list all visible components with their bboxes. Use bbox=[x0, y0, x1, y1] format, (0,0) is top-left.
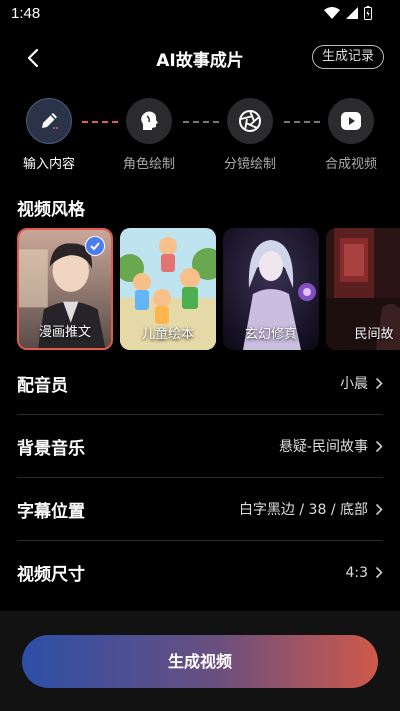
generate-video-button[interactable]: 生成视频 bbox=[22, 635, 378, 688]
chevron-right-icon bbox=[375, 566, 383, 579]
style-card-folk-tale[interactable]: 民间故 bbox=[326, 228, 400, 350]
row-label: 背景音乐 bbox=[17, 438, 85, 459]
row-label: 配音员 bbox=[17, 375, 68, 396]
play-icon bbox=[341, 112, 361, 130]
signal-icon bbox=[346, 7, 358, 19]
status-icons bbox=[324, 6, 372, 20]
step-compose-video[interactable]: 合成视频 bbox=[311, 98, 391, 172]
selected-check-icon bbox=[85, 236, 105, 256]
background-music-row[interactable]: 背景音乐 悬疑-民间故事 bbox=[17, 415, 383, 478]
step-character-drawing[interactable]: 角色绘制 bbox=[109, 98, 189, 172]
voice-actor-row[interactable]: 配音员 小晨 bbox=[17, 352, 383, 415]
step-label: 输入内容 bbox=[22, 157, 75, 172]
style-card-label: 漫画推文 bbox=[38, 325, 91, 340]
chevron-right-icon bbox=[375, 440, 383, 452]
head-profile-icon bbox=[141, 111, 158, 130]
row-value-wrap: 白字黑边 / 38 / 底部 bbox=[239, 499, 383, 519]
style-card-picture-book[interactable]: 儿童绘本 bbox=[120, 228, 216, 350]
row-label: 视频尺寸 bbox=[17, 565, 85, 585]
row-value-wrap: 小晨 bbox=[340, 373, 383, 393]
status-bar: 1:48 bbox=[0, 0, 400, 30]
row-value-wrap: 悬疑-民间故事 bbox=[279, 436, 383, 456]
style-card-fantasy[interactable]: 玄幻修真 bbox=[223, 228, 319, 350]
video-style-list: 漫画推文 儿童绘本 玄幻修真 民间故 bbox=[17, 228, 400, 352]
aperture-icon bbox=[239, 110, 261, 132]
row-label: 字幕位置 bbox=[17, 501, 85, 522]
step-label: 分镜绘制 bbox=[223, 157, 276, 172]
pencil-icon bbox=[42, 113, 58, 129]
chevron-right-icon bbox=[375, 377, 383, 389]
chevron-right-icon bbox=[375, 503, 383, 515]
voice-actor-value: 小晨 bbox=[340, 376, 368, 392]
battery-icon bbox=[364, 6, 372, 20]
step-circle bbox=[126, 98, 172, 144]
wifi-icon bbox=[324, 7, 340, 19]
video-size-row[interactable]: 视频尺寸 4:3 bbox=[17, 541, 383, 604]
step-circle bbox=[328, 98, 374, 144]
row-value-wrap: 4:3 bbox=[345, 565, 383, 581]
subtitle-position-value: 白字黑边 / 38 / 底部 bbox=[238, 502, 368, 518]
step-label: 合成视频 bbox=[324, 157, 377, 172]
style-card-label: 儿童绘本 bbox=[141, 327, 194, 342]
step-circle bbox=[26, 98, 72, 144]
background-music-value: 悬疑-民间故事 bbox=[278, 439, 368, 455]
style-card-comic[interactable]: 漫画推文 bbox=[17, 228, 113, 350]
video-style-title: 视频风格 bbox=[17, 200, 85, 220]
bottom-bar: 生成视频 bbox=[0, 611, 400, 711]
history-button[interactable]: 生成记录 bbox=[311, 45, 384, 69]
step-storyboard-drawing[interactable]: 分镜绘制 bbox=[210, 98, 290, 172]
step-label: 角色绘制 bbox=[122, 157, 175, 172]
settings-list: 配音员 小晨 背景音乐 悬疑-民间故事 字幕位置 白字黑边 / 38 / 底部 … bbox=[17, 352, 383, 604]
status-time: 1:48 bbox=[11, 5, 41, 22]
progress-steps: 输入内容 角色绘制 分镜绘制 合成视频 bbox=[0, 98, 400, 178]
subtitle-position-row[interactable]: 字幕位置 白字黑边 / 38 / 底部 bbox=[17, 478, 383, 541]
video-size-value: 4:3 bbox=[345, 564, 368, 581]
style-card-label: 玄幻修真 bbox=[244, 327, 297, 342]
step-input-content[interactable]: 输入内容 bbox=[9, 98, 89, 172]
step-circle bbox=[227, 98, 273, 144]
style-card-label: 民间故 bbox=[354, 327, 394, 342]
nav-bar: AI故事成片 生成记录 bbox=[0, 34, 400, 80]
